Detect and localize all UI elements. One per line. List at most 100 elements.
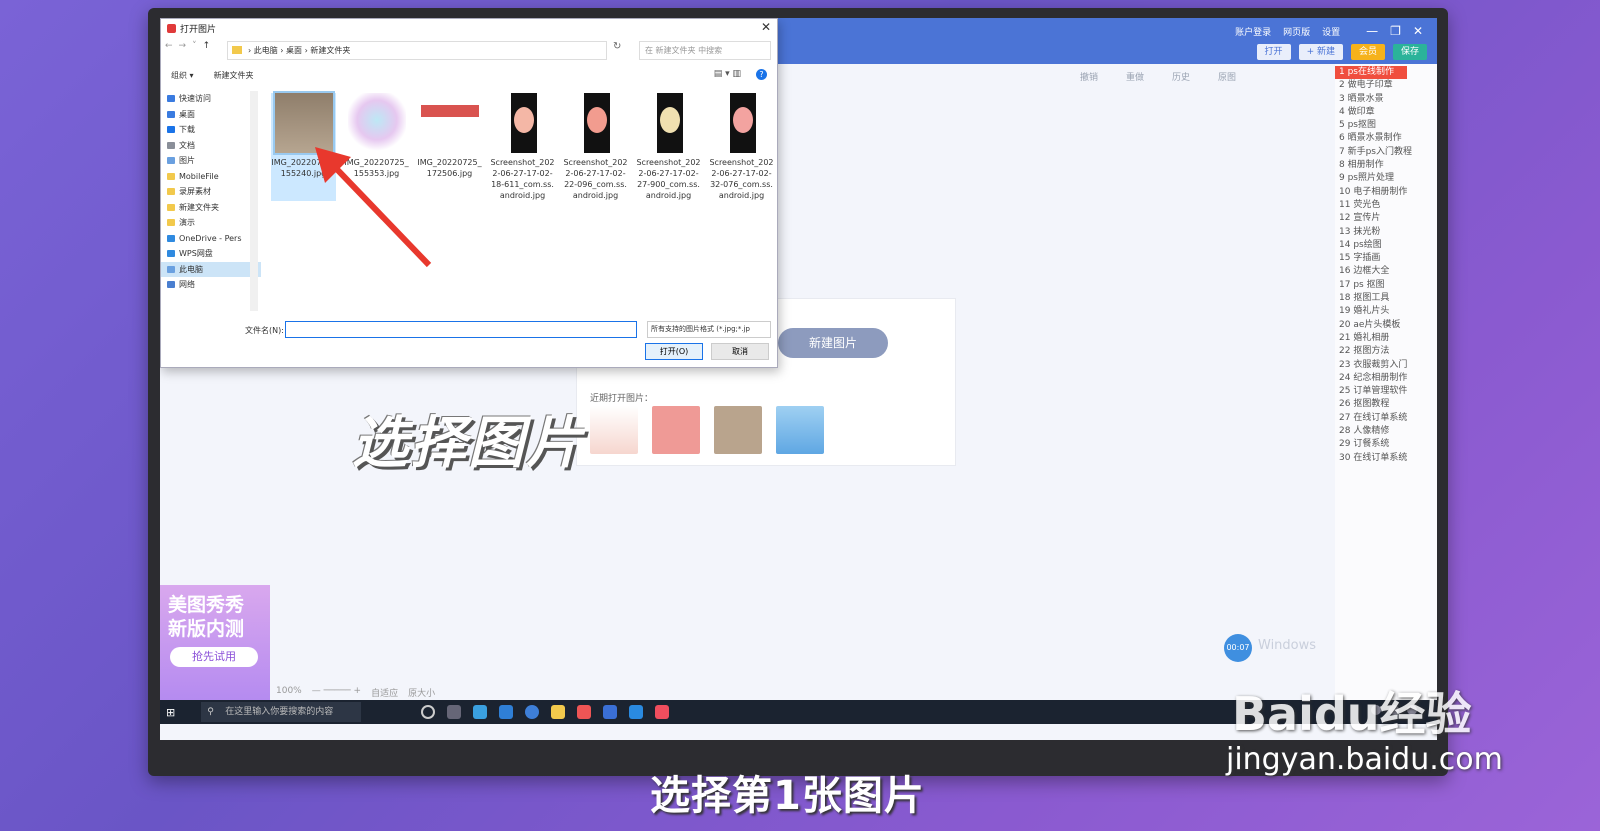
redo-button[interactable]: 重做 [1126,70,1144,83]
hot-search-item[interactable]: 22 抠图方法 [1335,345,1437,358]
file-item[interactable]: Screenshot_2022-06-27-17-02-32-076_com.s… [709,93,774,201]
hot-search-item[interactable]: 23 衣服裁剪入门 [1335,359,1437,372]
photos-icon[interactable] [577,705,592,719]
nav-item[interactable]: OneDrive - Pers [161,231,261,247]
file-item[interactable]: Screenshot_2022-06-27-17-02-18-611_com.s… [490,93,555,201]
web-link[interactable]: 网页版 [1283,25,1310,38]
history-button[interactable]: 历史 [1172,70,1190,83]
open-button[interactable]: 打开(O) [645,343,703,360]
nav-item[interactable]: 图片 [161,153,261,169]
hot-search-item[interactable]: 6 晒景水景制作 [1335,132,1437,145]
nav-item[interactable]: 下载 [161,122,261,138]
nav-item[interactable]: WPS网盘 [161,246,261,262]
hot-search-item[interactable]: 19 婚礼片头 [1335,305,1437,318]
security-icon[interactable] [603,705,618,719]
hot-search-item[interactable]: 21 婚礼相册 [1335,332,1437,345]
hot-search-item[interactable]: 12 宣传片 [1335,212,1437,225]
hot-search-item[interactable]: 26 抠图教程 [1335,398,1437,411]
cortana-icon[interactable] [421,705,436,719]
filetype-select[interactable]: 所有支持的图片格式 (*.jpg;*.jp [647,321,771,338]
taskbar-search[interactable]: ⚲ 在这里输入你要搜索的内容 [201,702,362,722]
hot-search-item[interactable]: 14 ps绘图 [1335,239,1437,252]
close-icon[interactable]: ✕ [1413,24,1423,38]
hot-search-item[interactable]: 16 边框大全 [1335,265,1437,278]
breadcrumb-item[interactable]: 桌面 [286,46,302,55]
nav-item[interactable]: 此电脑 [161,261,261,277]
filename-input[interactable] [285,321,637,338]
new-folder-button[interactable]: 新建文件夹 [214,70,254,81]
nav-item[interactable]: 快速访问 [161,91,261,107]
save-button[interactable]: 保存 [1392,44,1427,60]
browser-icon[interactable] [473,705,488,719]
new-image-button[interactable]: 新建图片 [778,328,888,358]
organize-menu[interactable]: 组织 ▾ [171,70,194,81]
fit-button[interactable]: 自适应 [371,686,398,699]
recent-thumb[interactable] [714,406,762,454]
help-icon[interactable]: ? [756,69,767,80]
taskview-icon[interactable] [447,705,462,719]
breadcrumb-item[interactable]: 此电脑 [254,46,278,55]
hot-search-item[interactable]: 13 抹光粉 [1335,226,1437,239]
hot-search-item[interactable]: 1 ps在线制作 [1335,66,1407,80]
hot-search-item[interactable]: 20 ae片头模板 [1335,319,1437,332]
app2-icon[interactable] [629,705,644,719]
file-item[interactable]: Screenshot_2022-06-27-17-02-27-900_com.s… [636,93,701,201]
meitu-icon[interactable] [655,705,670,719]
hot-search-item[interactable]: 11 荧光色 [1335,199,1437,212]
recent-thumb[interactable] [652,406,700,454]
address-bar[interactable]: › 此电脑 › 桌面 › 新建文件夹 [227,41,607,60]
hot-search-item[interactable]: 29 订餐系统 [1335,438,1437,451]
original-size-button[interactable]: 原大小 [408,686,435,699]
nav-item[interactable]: 文档 [161,138,261,154]
undo-button[interactable]: 撤销 [1080,70,1098,83]
original-button[interactable]: 原图 [1218,70,1236,83]
forward-arrow-icon[interactable]: → [179,41,187,51]
hot-search-item[interactable]: 4 做印章 [1335,106,1437,119]
hot-search-item[interactable]: 17 ps 抠图 [1335,279,1437,292]
hot-search-item[interactable]: 30 在线订单系统 [1335,452,1437,465]
nav-item[interactable]: 演示 [161,215,261,231]
recent-dropdown-icon[interactable]: ˅ [192,41,197,51]
hot-search-item[interactable]: 9 ps照片处理 [1335,172,1437,185]
hot-search-item[interactable]: 10 电子相册制作 [1335,186,1437,199]
nav-scrollbar[interactable] [250,91,258,311]
file-item[interactable]: Screenshot_2022-06-27-17-02-22-096_com.s… [563,93,628,201]
windows-start-icon[interactable]: ⊞ [166,706,175,719]
promo-cta-button[interactable]: 抢先试用 [170,647,258,667]
vip-button[interactable]: 会员 [1350,44,1385,60]
recent-thumb[interactable] [590,406,638,454]
hot-search-item[interactable]: 8 相册制作 [1335,159,1437,172]
folder-search-input[interactable]: 在 新建文件夹 中搜索 [639,41,771,60]
view-options-icon[interactable]: ▤ ▾ ▥ [714,69,741,79]
dialog-close-icon[interactable]: ✕ [761,20,771,34]
recent-thumb[interactable] [776,406,824,454]
maximize-icon[interactable]: ❐ [1390,24,1401,38]
breadcrumb-item[interactable]: 新建文件夹 [310,46,350,55]
edge-icon[interactable] [499,705,514,719]
minimize-icon[interactable]: — [1366,24,1378,38]
refresh-icon[interactable]: ↻ [613,41,621,52]
promo-banner[interactable]: 美图秀秀 新版内测 抢先试用 [160,585,270,700]
hot-search-item[interactable]: 28 人像精修 [1335,425,1437,438]
explorer-icon[interactable] [551,705,566,719]
nav-item[interactable]: MobileFile [161,169,261,185]
nav-item[interactable]: 桌面 [161,107,261,123]
hot-search-item[interactable]: 15 字插画 [1335,252,1437,265]
hot-search-item[interactable]: 5 ps抠图 [1335,119,1437,132]
settings-link[interactable]: 设置 [1322,25,1340,38]
hot-search-item[interactable]: 27 在线订单系统 [1335,412,1437,425]
back-arrow-icon[interactable]: ← [165,41,173,51]
nav-item[interactable]: 新建文件夹 [161,200,261,216]
hot-search-item[interactable]: 2 做电子印章 [1335,79,1437,92]
zoom-slider[interactable]: — ───── + [312,686,361,699]
login-link[interactable]: 账户登录 [1235,25,1271,38]
hot-search-item[interactable]: 24 纪念相册制作 [1335,372,1437,385]
app-icon[interactable] [525,705,540,719]
hot-search-item[interactable]: 7 新手ps入门教程 [1335,146,1437,159]
nav-item[interactable]: 录屏素材 [161,184,261,200]
hot-search-item[interactable]: 3 晒景水景 [1335,93,1437,106]
new-button[interactable]: + 新建 [1298,44,1343,60]
cancel-button[interactable]: 取消 [711,343,769,360]
nav-item[interactable]: 网络 [161,277,261,293]
hot-search-item[interactable]: 18 抠图工具 [1335,292,1437,305]
